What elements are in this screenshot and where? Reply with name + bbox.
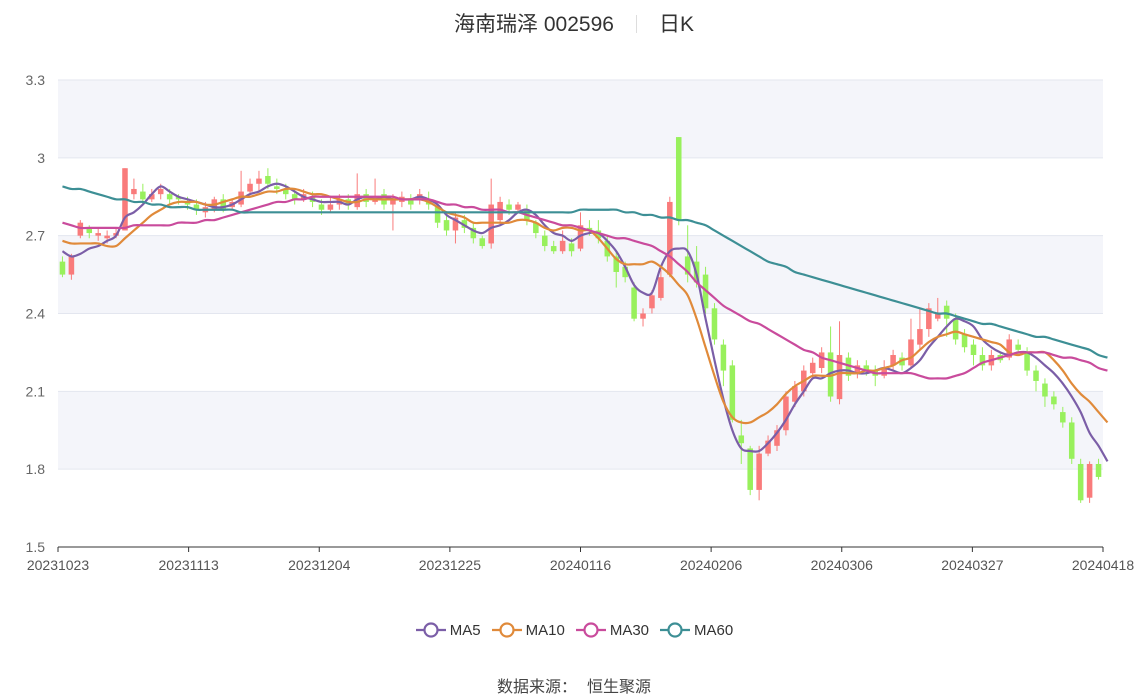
candle-body — [783, 396, 789, 431]
candle-body — [247, 183, 253, 192]
candle-body — [908, 339, 914, 366]
candle-body — [542, 235, 548, 247]
legend-item-ma5[interactable]: MA5 — [415, 621, 481, 639]
candle-body — [649, 295, 655, 309]
candle-body — [131, 188, 137, 195]
candle-body — [559, 240, 566, 252]
y-tick-label: 2.4 — [26, 306, 46, 322]
candle-body — [917, 329, 923, 345]
legend-item-ma30[interactable]: MA30 — [575, 621, 649, 639]
candle-body — [327, 204, 334, 210]
candle-body — [640, 313, 646, 319]
candle-body — [1095, 463, 1102, 477]
source-value: 恒生聚源 — [587, 679, 652, 696]
candle-body — [675, 137, 682, 221]
plot-band — [58, 80, 1103, 158]
y-tick-label: 2.7 — [26, 228, 46, 244]
candle-body — [318, 204, 325, 210]
candle-body — [667, 201, 673, 275]
x-tick-label: 20240327 — [941, 557, 1004, 573]
x-tick-label: 20240306 — [811, 557, 874, 573]
candle-body — [711, 308, 718, 340]
candle-body — [104, 235, 110, 239]
candle-body — [140, 191, 146, 200]
candle-body — [1086, 463, 1093, 498]
legend-marker-icon — [660, 622, 691, 638]
y-tick-label: 2.1 — [26, 383, 46, 399]
y-tick-label: 3 — [37, 150, 45, 166]
plot-band — [58, 391, 1103, 470]
candle-body — [1024, 352, 1030, 371]
x-tick-label: 20231204 — [288, 557, 351, 573]
x-tick-label: 20231113 — [159, 557, 219, 573]
chart-legend: MA5 MA10 MA30 MA60 — [0, 621, 1148, 639]
candle-body — [95, 233, 101, 236]
y-tick-label: 1.5 — [26, 539, 46, 555]
legend-item-ma10[interactable]: MA10 — [491, 621, 565, 639]
candle-body — [68, 256, 75, 275]
candle-body — [256, 178, 262, 184]
legend-marker-icon — [491, 622, 522, 638]
candle-body — [658, 277, 664, 298]
candle-body — [550, 246, 557, 252]
candle-body — [265, 175, 271, 184]
y-tick-label: 3.3 — [26, 72, 46, 88]
candle-body — [952, 318, 959, 340]
candle-body — [1068, 422, 1075, 459]
candle-body — [970, 344, 977, 356]
candle-body — [506, 204, 512, 210]
x-tick-label: 20240116 — [550, 557, 611, 573]
candle-body — [943, 305, 950, 319]
candle-body — [443, 220, 450, 231]
legend-label: MA10 — [525, 622, 565, 639]
candle-body — [479, 238, 486, 247]
candle-body — [1077, 463, 1084, 501]
candle-body — [738, 435, 745, 444]
candlestick-chart: 1.5 1.8 2.1 2.4 2.7 3 3.3 20231023 20231113 20231… — [26, 72, 1135, 573]
legend-marker-icon — [575, 622, 606, 638]
candle-body — [157, 188, 164, 195]
candle-body — [809, 362, 816, 374]
candle-body — [1042, 383, 1048, 397]
candle-body — [1033, 370, 1039, 381]
candle-body — [166, 194, 173, 200]
x-tick-label: 20240206 — [680, 557, 743, 573]
candle-body — [1015, 344, 1021, 350]
candle-body — [515, 204, 521, 210]
x-tick-label: 20231023 — [27, 557, 90, 573]
x-tick-label: 20231225 — [419, 557, 482, 573]
x-tick-label: 20240418 — [1072, 557, 1135, 573]
legend-marker-icon — [415, 622, 446, 638]
candle-body — [77, 222, 84, 236]
legend-label: MA60 — [694, 622, 734, 639]
data-source: 数据来源： 恒生聚源 — [0, 673, 1148, 697]
candle-body — [631, 287, 637, 319]
candle-body — [274, 186, 280, 189]
candle-body — [568, 243, 575, 252]
y-tick-label: 1.8 — [26, 461, 46, 477]
candle-body — [747, 448, 753, 490]
source-label: 数据来源： — [496, 679, 577, 696]
legend-item-ma60[interactable]: MA60 — [659, 621, 733, 639]
candle-body — [756, 453, 762, 490]
legend-label: MA30 — [609, 622, 650, 639]
candle-body — [961, 334, 968, 348]
legend-label: MA5 — [449, 622, 481, 639]
candle-body — [1051, 396, 1057, 405]
candle-body — [729, 365, 736, 420]
candle-body — [59, 261, 66, 275]
candle-body — [818, 352, 825, 368]
candle-body — [720, 344, 727, 371]
candle-body — [1060, 412, 1066, 423]
